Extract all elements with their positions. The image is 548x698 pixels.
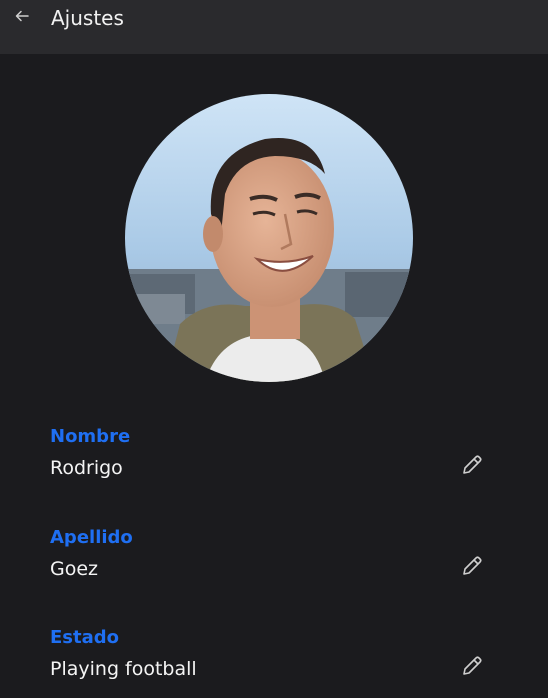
field-value: Playing football bbox=[50, 658, 197, 680]
field-label: Apellido bbox=[50, 527, 133, 548]
field-estado: Estado Playing football bbox=[50, 626, 500, 696]
edit-apellido-button[interactable] bbox=[458, 554, 486, 582]
field-nombre: Nombre Rodrigo bbox=[50, 425, 500, 495]
arrow-left-icon bbox=[14, 8, 30, 28]
field-value: Rodrigo bbox=[50, 457, 123, 479]
profile-photo bbox=[125, 94, 413, 382]
app-header: Ajustes bbox=[0, 0, 548, 54]
field-label: Estado bbox=[50, 627, 120, 648]
pencil-icon bbox=[460, 554, 484, 582]
profile-avatar[interactable] bbox=[125, 94, 413, 382]
field-apellido: Apellido Goez bbox=[50, 526, 500, 596]
pencil-icon bbox=[460, 654, 484, 682]
edit-nombre-button[interactable] bbox=[458, 453, 486, 481]
pencil-icon bbox=[460, 453, 484, 481]
edit-estado-button[interactable] bbox=[458, 654, 486, 682]
field-label: Nombre bbox=[50, 426, 131, 447]
back-button[interactable] bbox=[10, 6, 34, 30]
page-title: Ajustes bbox=[51, 6, 124, 30]
field-value: Goez bbox=[50, 558, 99, 580]
